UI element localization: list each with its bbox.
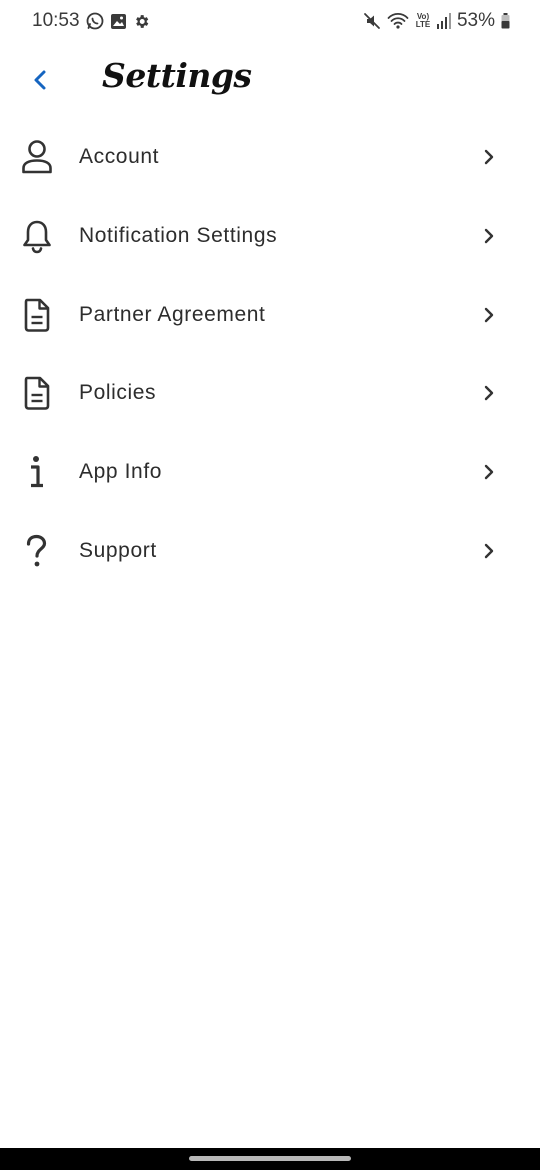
volte-icon: Vo) LTE [415, 13, 431, 29]
settings-item-policies[interactable]: Policies [0, 354, 540, 433]
signal-icon [436, 13, 451, 29]
bell-icon [18, 217, 56, 255]
person-icon [18, 138, 56, 176]
settings-item-label: Support [79, 538, 157, 562]
chevron-right-icon [478, 382, 500, 404]
page-title: Settings [102, 56, 252, 95]
settings-item-account[interactable]: Account [0, 118, 540, 197]
settings-item-notification-settings[interactable]: Notification Settings [0, 197, 540, 276]
gallery-icon [110, 13, 127, 30]
settings-item-support[interactable]: Support [0, 512, 540, 591]
question-icon [18, 532, 56, 570]
settings-list: Account Notification Settings Partner Ag… [0, 118, 540, 591]
settings-item-label: Policies [79, 381, 157, 405]
chevron-right-icon [478, 146, 500, 168]
settings-item-label: App Info [79, 460, 163, 484]
settings-item-app-info[interactable]: App Info [0, 433, 540, 512]
wifi-icon [387, 12, 409, 30]
info-icon [18, 453, 56, 491]
chevron-right-icon [478, 225, 500, 247]
back-button[interactable] [24, 64, 56, 96]
settings-item-label: Partner Agreement [79, 302, 266, 326]
status-bar: 10:53 Vo) LTE 53% [0, 0, 540, 44]
home-indicator[interactable] [189, 1156, 351, 1161]
chevron-right-icon [478, 461, 500, 483]
status-notification-icons [86, 12, 150, 30]
status-system-icons: Vo) LTE 53% [363, 10, 510, 32]
settings-item-partner-agreement[interactable]: Partner Agreement [0, 276, 540, 355]
status-time: 10:53 [32, 10, 80, 31]
settings-gear-icon [133, 13, 150, 30]
battery-icon [501, 13, 510, 29]
chevron-right-icon [478, 540, 500, 562]
document-icon [18, 296, 56, 334]
settings-item-label: Account [79, 145, 160, 168]
volte-label: Vo) LTE [415, 12, 431, 29]
system-navigation-bar [0, 1148, 540, 1170]
app-header: Settings [0, 54, 540, 110]
document-icon [18, 374, 56, 412]
battery-percentage: 53% [456, 10, 495, 31]
mute-icon [363, 12, 381, 30]
settings-item-label: Notification Settings [79, 223, 278, 247]
chevron-left-icon [30, 68, 50, 92]
whatsapp-icon [86, 12, 104, 30]
chevron-right-icon [478, 304, 500, 326]
